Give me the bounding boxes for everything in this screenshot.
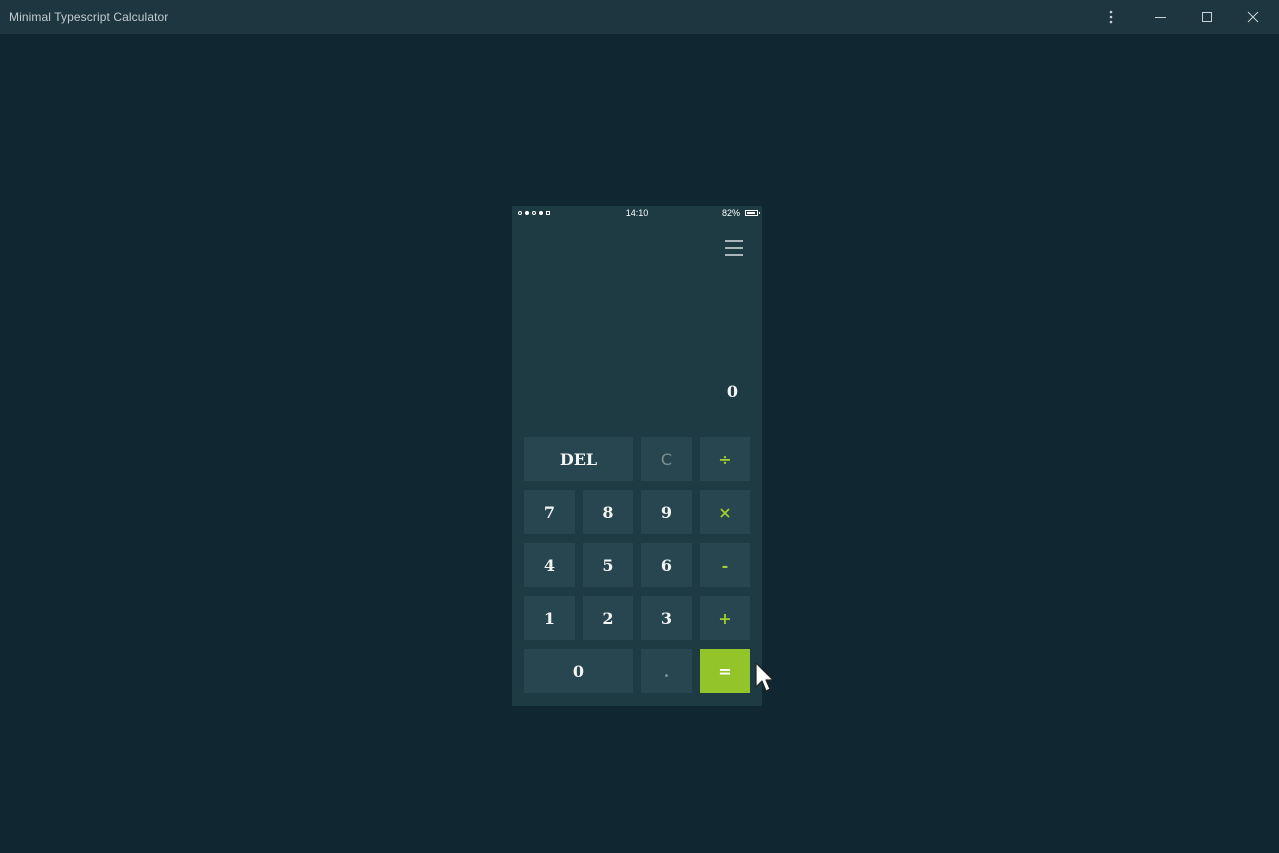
maximize-button[interactable] xyxy=(1184,0,1230,34)
window-titlebar: Minimal Typescript Calculator xyxy=(0,0,1279,34)
divide-button[interactable]: ÷ xyxy=(700,437,750,481)
calculator-app: 14:10 82% 0 DEL C ÷ 7 8 9 × 4 5 6 - 1 2 … xyxy=(512,206,762,706)
minimize-icon xyxy=(1155,17,1166,18)
delete-button[interactable]: DEL xyxy=(524,437,633,481)
more-options-button[interactable] xyxy=(1088,0,1134,34)
window-title: Minimal Typescript Calculator xyxy=(9,10,169,24)
close-button[interactable] xyxy=(1230,0,1276,34)
digit-4-button[interactable]: 4 xyxy=(524,543,575,587)
more-vertical-icon xyxy=(1109,10,1113,24)
decimal-button[interactable]: . xyxy=(641,649,692,693)
multiply-button[interactable]: × xyxy=(700,490,750,534)
battery-icon xyxy=(745,210,760,216)
maximize-icon xyxy=(1202,12,1212,22)
digit-0-button[interactable]: 0 xyxy=(524,649,633,693)
digit-5-button[interactable]: 5 xyxy=(583,543,633,587)
status-bar: 14:10 82% xyxy=(512,206,762,220)
close-icon xyxy=(1247,11,1259,23)
digit-2-button[interactable]: 2 xyxy=(583,596,633,640)
equals-button[interactable]: = xyxy=(700,649,750,693)
minus-button[interactable]: - xyxy=(700,543,750,587)
minimize-button[interactable] xyxy=(1138,0,1184,34)
digit-3-button[interactable]: 3 xyxy=(641,596,692,640)
clear-button[interactable]: C xyxy=(641,437,692,481)
digit-7-button[interactable]: 7 xyxy=(524,490,575,534)
battery-percentage: 82% xyxy=(721,208,740,218)
digit-1-button[interactable]: 1 xyxy=(524,596,575,640)
digit-9-button[interactable]: 9 xyxy=(641,490,692,534)
plus-button[interactable]: + xyxy=(700,596,750,640)
digit-8-button[interactable]: 8 xyxy=(583,490,633,534)
hamburger-menu-icon[interactable] xyxy=(725,240,743,256)
calculator-display: 0 xyxy=(726,382,738,401)
mouse-cursor-icon xyxy=(755,662,774,692)
digit-6-button[interactable]: 6 xyxy=(641,543,692,587)
